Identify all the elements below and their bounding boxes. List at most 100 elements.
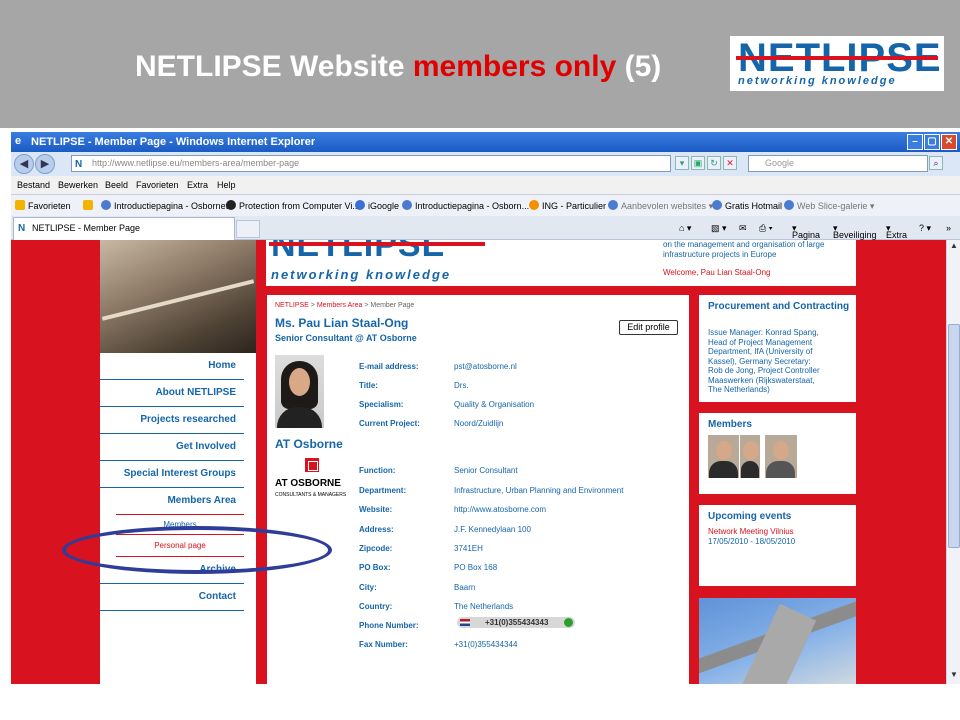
new-tab-button[interactable]	[236, 220, 260, 238]
menu-help[interactable]: Help	[217, 180, 236, 190]
procurement-title[interactable]: Procurement and Contracting	[708, 301, 849, 313]
field-value: Noord/Zuidlijn	[454, 419, 504, 428]
slide-title: NETLIPSE Website members only (5)	[135, 50, 661, 84]
compat-view-icon[interactable]: ▣	[691, 156, 705, 170]
home-icon[interactable]: ⌂ ▾	[679, 223, 691, 234]
website-link[interactable]: http://www.atosborne.com	[454, 505, 546, 514]
window-titlebar: e NETLIPSE - Member Page - Windows Inter…	[11, 132, 960, 152]
phone-number: +31(0)355434343	[485, 618, 549, 627]
fav-link-2[interactable]: Protection from Computer Vi...	[226, 200, 360, 211]
breadcrumb-home[interactable]: NETLIPSE	[275, 302, 309, 309]
field-value: Senior Consultant	[454, 466, 518, 475]
fav-link-5[interactable]: ING - Particulier	[529, 200, 606, 211]
maximize-button[interactable]: ▢	[924, 134, 940, 150]
call-icon[interactable]	[564, 618, 573, 627]
menu-bewerken[interactable]: Bewerken	[58, 180, 98, 190]
member-role: Senior Consultant @ AT Osborne	[275, 333, 417, 343]
edit-profile-button[interactable]: Edit profile	[619, 320, 678, 335]
favorites-button[interactable]: Favorieten	[15, 200, 71, 211]
nav-special-interest-groups[interactable]: Special Interest Groups	[100, 461, 244, 488]
event-name[interactable]: Network Meeting Vilnius	[708, 527, 794, 536]
nav-members-area[interactable]: Members Area	[100, 488, 244, 515]
procurement-card: Procurement and Contracting Issue Manage…	[699, 295, 856, 402]
member-avatar[interactable]	[765, 435, 797, 478]
field-label: Department:	[359, 486, 407, 495]
field-value: Infrastructure, Urban Planning and Envir…	[454, 486, 624, 495]
field-value: Baarn	[454, 583, 476, 592]
welcome-text: Welcome, Pau Lian Staal-Ong	[663, 268, 771, 277]
bridge-photo	[699, 598, 856, 684]
scroll-thumb[interactable]	[948, 324, 960, 548]
more-icon[interactable]: »	[946, 223, 951, 233]
field-value: +31(0)355434344	[454, 640, 518, 649]
site-tagline: on the management and organisation of la…	[663, 240, 825, 259]
fav-link-8[interactable]: Web Slice-galerie ▾	[784, 200, 874, 212]
back-button[interactable]: ◀	[14, 154, 34, 174]
dropdown-icon[interactable]: ▾	[675, 156, 689, 170]
fav-link-4[interactable]: Introductiepagina - Osborn...	[402, 200, 529, 211]
forward-button[interactable]: ▶	[35, 154, 55, 174]
company-logo-word: AT OSBORNE	[275, 478, 341, 489]
member-content: NETLIPSE > Members Area > Member Page Ms…	[267, 295, 689, 684]
vertical-scrollbar[interactable]: ▲ ▼	[946, 240, 960, 684]
fav-link-6[interactable]: Aanbevolen websites ▾	[608, 200, 713, 212]
events-title[interactable]: Upcoming events	[708, 511, 791, 523]
star-icon	[15, 200, 25, 210]
add-favorite-icon[interactable]	[83, 200, 96, 211]
tab-favicon-icon: N	[18, 223, 26, 234]
nav-contact[interactable]: Contact	[100, 584, 244, 611]
fav-link-7[interactable]: Gratis Hotmail	[712, 200, 782, 211]
breadcrumb-current: Member Page	[370, 302, 415, 309]
mail-icon[interactable]: ✉	[739, 223, 747, 234]
field-label: Address:	[359, 525, 394, 534]
search-input[interactable]: Google	[748, 155, 928, 172]
scroll-up-icon[interactable]: ▲	[948, 241, 960, 253]
menu-pagina[interactable]: Pagina ▾	[792, 223, 820, 240]
field-value: 3741EH	[454, 544, 483, 553]
field-value: PO Box 168	[454, 563, 498, 572]
menu-beveiliging[interactable]: Beveiliging ▾	[833, 223, 877, 240]
field-label: Country:	[359, 602, 393, 611]
print-icon[interactable]: ⎙ ▾	[759, 223, 772, 234]
scroll-down-icon[interactable]: ▼	[948, 670, 960, 682]
nav-home[interactable]: Home	[100, 353, 244, 380]
menu-favorieten[interactable]: Favorieten	[136, 180, 179, 190]
menu-bestand[interactable]: Bestand	[17, 180, 50, 190]
tab-member-page[interactable]: N NETLIPSE - Member Page	[13, 217, 235, 240]
phone-widget[interactable]: +31(0)355434343	[457, 617, 575, 628]
nav-about[interactable]: About NETLIPSE	[100, 380, 244, 407]
nl-flag-icon	[460, 619, 470, 626]
feeds-icon[interactable]: ▧ ▾	[711, 223, 727, 234]
fav-link-3[interactable]: iGoogle	[355, 200, 399, 211]
stop-icon[interactable]: ✕	[723, 156, 737, 170]
procurement-line: Rob de Jong, Project Controller	[708, 366, 820, 375]
address-bar-row: ◀ ▶ N http://www.netlipse.eu/members-are…	[11, 152, 960, 176]
address-input[interactable]: N http://www.netlipse.eu/members-area/me…	[71, 155, 671, 172]
member-avatar[interactable]	[708, 435, 739, 478]
site-logo-subtitle: networking knowledge	[271, 267, 452, 282]
annotation-ellipse	[62, 526, 332, 574]
member-name: Ms. Pau Lian Staal-Ong	[275, 316, 409, 330]
email-value[interactable]: pst@atosborne.nl	[454, 362, 517, 371]
events-card: Upcoming events Network Meeting Vilnius …	[699, 505, 856, 586]
member-avatar[interactable]	[740, 435, 760, 478]
help-icon[interactable]: ? ▾	[919, 223, 931, 234]
company-logo-mark	[305, 458, 319, 472]
members-title[interactable]: Members	[708, 419, 752, 431]
field-label: Website:	[359, 505, 393, 514]
favorites-bar: Favorieten Introductiepagina - Osbornet …	[11, 194, 960, 216]
field-label: Zipcode:	[359, 544, 393, 553]
close-button[interactable]: ✕	[941, 134, 957, 150]
refresh-icon[interactable]: ↻	[707, 156, 721, 170]
field-value: Drs.	[454, 381, 469, 390]
nav-get-involved[interactable]: Get Involved	[100, 434, 244, 461]
nav-projects[interactable]: Projects researched	[100, 407, 244, 434]
minimize-button[interactable]: –	[907, 134, 923, 150]
search-icon[interactable]: ⌕	[929, 156, 943, 170]
menu-tools-extra[interactable]: Extra ▾	[886, 223, 907, 240]
breadcrumb-members-area[interactable]: Members Area	[317, 302, 363, 309]
menu-beeld[interactable]: Beeld	[105, 180, 128, 190]
fav-link-1[interactable]: Introductiepagina - Osbornet	[101, 200, 228, 211]
slide-title-part1: NETLIPSE Website	[135, 50, 405, 83]
menu-extra[interactable]: Extra	[187, 180, 208, 190]
